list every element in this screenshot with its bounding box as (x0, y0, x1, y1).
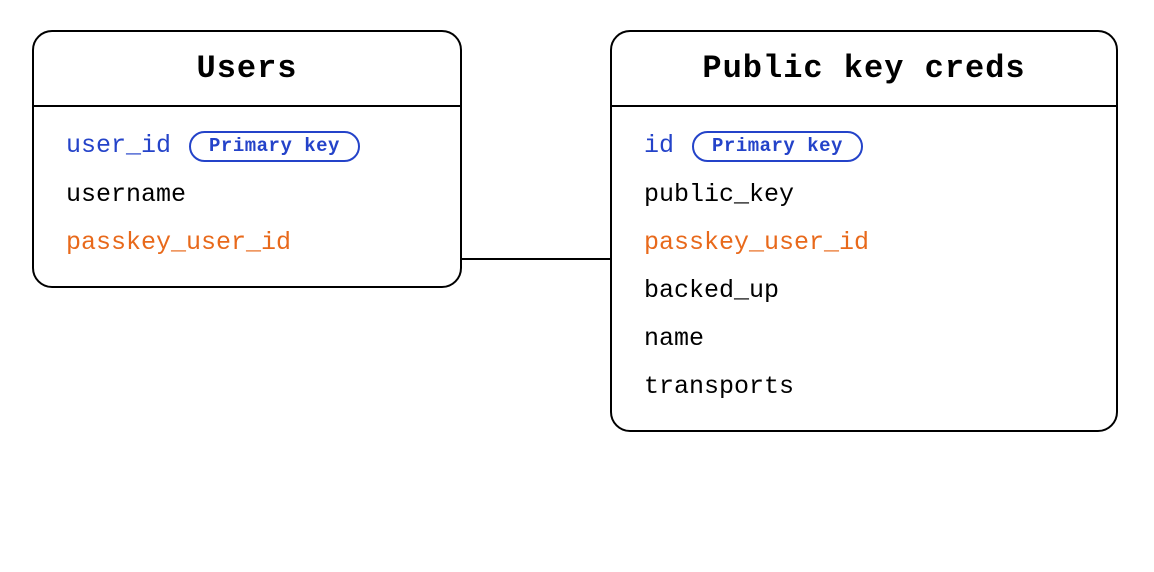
entity-creds-body: id Primary key public_key passkey_user_i… (612, 107, 1116, 430)
field-name: name (644, 324, 704, 354)
entity-users: Users user_id Primary key username passk… (32, 30, 462, 288)
field-passkey-user-id: passkey_user_id (644, 228, 869, 258)
field-row: id Primary key (644, 131, 1084, 162)
field-row: transports (644, 372, 1084, 402)
entity-creds-header: Public key creds (612, 32, 1116, 107)
field-transports: transports (644, 372, 794, 402)
field-id: id (644, 131, 674, 161)
primary-key-badge: Primary key (692, 131, 863, 162)
field-row: backed_up (644, 276, 1084, 306)
field-row: user_id Primary key (66, 131, 428, 162)
entity-creds-title: Public key creds (632, 50, 1096, 87)
field-row: public_key (644, 180, 1084, 210)
field-row: passkey_user_id (644, 228, 1084, 258)
field-row: username (66, 180, 428, 210)
entity-users-body: user_id Primary key username passkey_use… (34, 107, 460, 286)
entity-public-key-creds: Public key creds id Primary key public_k… (610, 30, 1118, 432)
field-passkey-user-id: passkey_user_id (66, 228, 291, 258)
field-row: passkey_user_id (66, 228, 428, 258)
entity-users-header: Users (34, 32, 460, 107)
field-user-id: user_id (66, 131, 171, 161)
field-row: name (644, 324, 1084, 354)
field-username: username (66, 180, 186, 210)
entity-users-title: Users (54, 50, 440, 87)
field-public-key: public_key (644, 180, 794, 210)
primary-key-badge: Primary key (189, 131, 360, 162)
field-backed-up: backed_up (644, 276, 779, 306)
relationship-connector (462, 258, 610, 260)
